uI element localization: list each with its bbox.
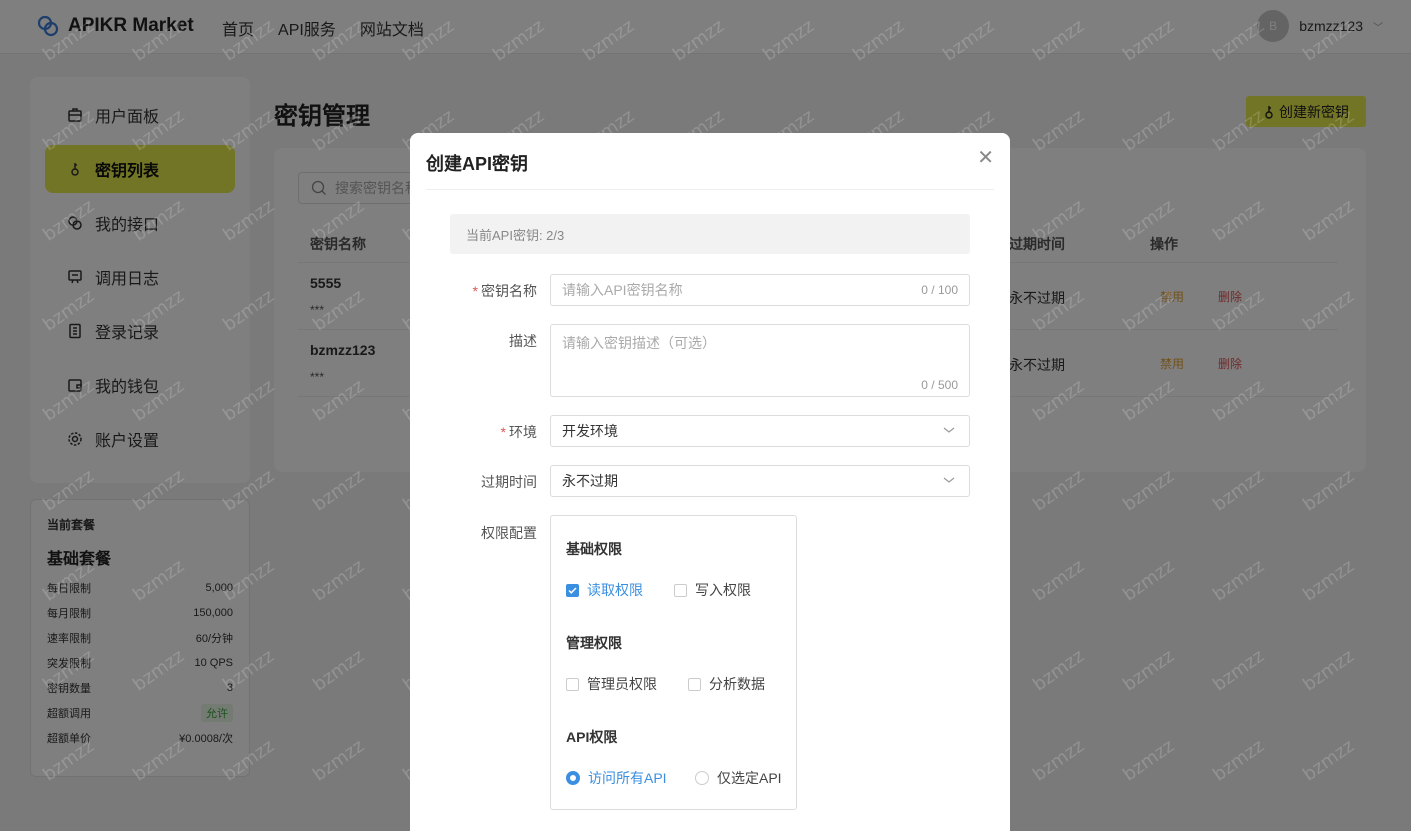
divider [426, 189, 994, 190]
admin-permission-checkbox[interactable]: 管理员权限 [566, 674, 657, 694]
write-permission-checkbox[interactable]: 写入权限 [674, 580, 751, 600]
section-title: 管理权限 [566, 635, 622, 651]
dialog-title: 创建API密钥 [426, 154, 529, 174]
expire-field-label: 过期时间 [481, 474, 537, 490]
key-quota-info: 当前API密钥: 2/3 [450, 214, 970, 254]
name-field-label: * 密钥名称 [472, 283, 537, 299]
chevron-down-icon [943, 477, 955, 483]
expiry-select[interactable]: 永不过期 [550, 465, 970, 497]
perm-field-label: 权限配置 [481, 525, 537, 541]
description-textarea[interactable]: 请输入密钥描述（可选） 0 / 500 [550, 324, 970, 397]
permission-panel: 基础权限 读取权限 写入权限 管理权限 管理员权限 分析数据 API权限 访问所… [550, 515, 797, 810]
all-api-radio[interactable]: 访问所有API [566, 768, 667, 788]
checkbox-icon [688, 677, 701, 691]
checkbox-icon [674, 583, 687, 597]
char-counter: 0 / 100 [921, 283, 958, 297]
analytics-permission-checkbox[interactable]: 分析数据 [688, 674, 765, 694]
char-counter: 0 / 500 [921, 378, 958, 392]
environment-select[interactable]: 开发环境 [550, 415, 970, 447]
section-title: API权限 [566, 729, 618, 745]
key-name-input[interactable]: 请输入API密钥名称 0 / 100 [550, 274, 970, 306]
desc-field-label: 描述 [509, 333, 537, 349]
close-icon[interactable]: ✕ [977, 145, 994, 170]
env-field-label: * 环境 [500, 424, 537, 440]
create-key-dialog: 创建API密钥 ✕ 当前API密钥: 2/3 * 密钥名称 请输入API密钥名称 … [410, 133, 1010, 831]
checkbox-checked-icon [566, 583, 579, 597]
section-title: 基础权限 [566, 541, 622, 557]
selected-api-radio[interactable]: 仅选定API [695, 768, 782, 788]
checkbox-icon [566, 677, 579, 691]
chevron-down-icon [943, 427, 955, 433]
read-permission-checkbox[interactable]: 读取权限 [566, 580, 643, 600]
radio-selected-icon [566, 771, 580, 785]
radio-icon [695, 771, 709, 785]
